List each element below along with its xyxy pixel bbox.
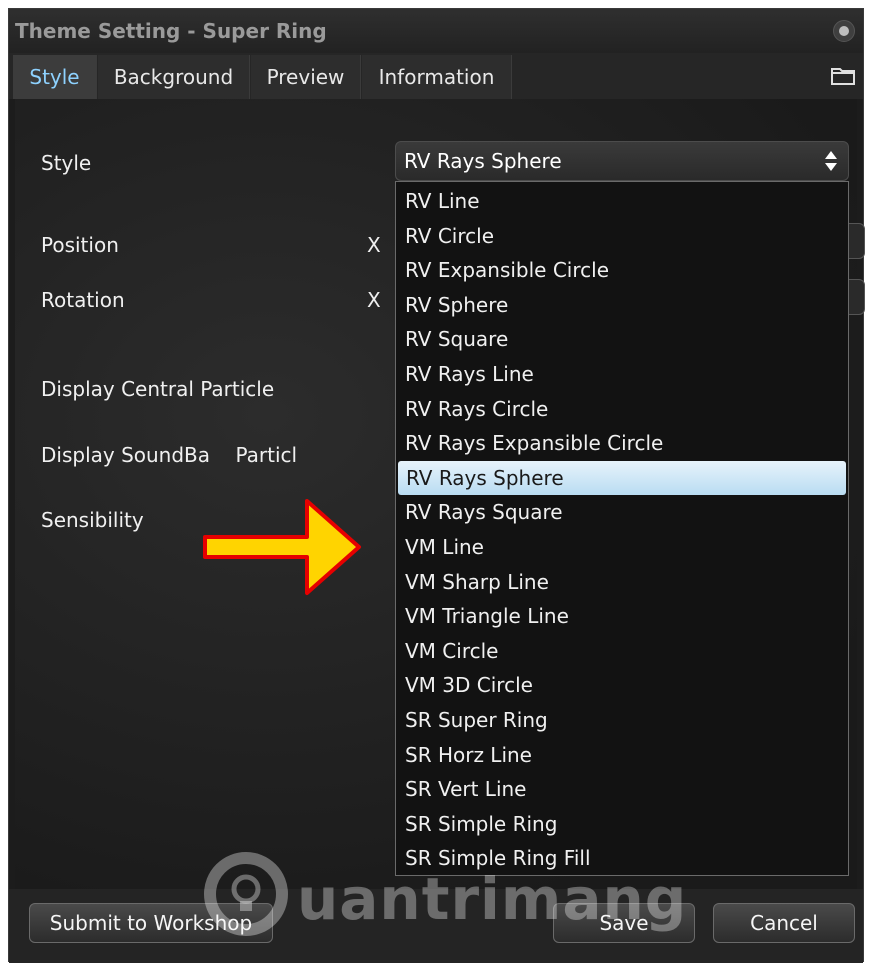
dropdown-option[interactable]: VM Circle xyxy=(397,634,845,668)
rotation-x-label: X xyxy=(367,288,381,312)
dropdown-option[interactable]: RV Circle xyxy=(397,219,845,253)
tab-style[interactable]: Style xyxy=(13,55,97,99)
dropdown-option[interactable]: VM Triangle Line xyxy=(397,599,845,633)
lightbulb-icon xyxy=(204,852,288,936)
dropdown-option[interactable]: RV Rays Sphere xyxy=(398,460,846,495)
window-title: Theme Setting - Super Ring xyxy=(15,19,327,43)
folder-icon[interactable] xyxy=(831,67,855,85)
soundbar-particle-label: Display SoundBa Particl xyxy=(41,443,298,467)
dropdown-option[interactable]: SR Simple Ring xyxy=(397,807,845,841)
dropdown-option[interactable]: RV Line xyxy=(397,184,845,218)
watermark: uantrimang xyxy=(201,847,686,951)
dropdown-option[interactable]: SR Super Ring xyxy=(397,703,845,737)
style-dropdown-list: RV Line RV Circle RV Expansible Circle RV S… xyxy=(395,181,849,876)
style-label: Style xyxy=(41,151,92,175)
dropdown-option[interactable]: RV Expansible Circle xyxy=(397,253,845,287)
tab-background[interactable]: Background xyxy=(98,55,250,99)
arrow-right-icon xyxy=(203,499,361,595)
dropdown-option[interactable]: RV Rays Line xyxy=(397,357,845,391)
dropdown-option[interactable]: VM Sharp Line xyxy=(397,565,845,599)
dropdown-option[interactable]: RV Sphere xyxy=(397,288,845,322)
style-select-value: RV Rays Sphere xyxy=(404,149,562,173)
dropdown-option[interactable]: RV Rays Circle xyxy=(397,392,845,426)
tab-bar: Style Background Preview Information xyxy=(9,53,863,99)
dropdown-option[interactable]: SR Vert Line xyxy=(397,772,845,806)
dropdown-option[interactable]: RV Square xyxy=(397,322,845,356)
sensibility-label: Sensibility xyxy=(41,508,144,532)
central-particle-label: Display Central Particle xyxy=(41,377,275,401)
cancel-button[interactable]: Cancel xyxy=(713,903,855,943)
dropdown-option[interactable]: VM 3D Circle xyxy=(397,668,845,702)
tab-preview[interactable]: Preview xyxy=(251,55,361,99)
dropdown-option[interactable]: SR Horz Line xyxy=(397,738,845,772)
style-select[interactable]: RV Rays Sphere xyxy=(395,141,849,181)
tab-information[interactable]: Information xyxy=(362,55,512,99)
title-bar[interactable]: Theme Setting - Super Ring xyxy=(9,9,863,53)
dropdown-option[interactable]: RV Rays Expansible Circle xyxy=(397,426,845,460)
dropdown-option[interactable]: RV Rays Square xyxy=(397,495,845,529)
style-panel: Style Position X Rotation X Display Cent… xyxy=(15,99,865,889)
close-icon[interactable] xyxy=(833,20,855,42)
dropdown-option[interactable]: VM Line xyxy=(397,530,845,564)
up-down-arrows-icon xyxy=(825,151,837,171)
position-x-label: X xyxy=(367,233,381,257)
rotation-label: Rotation xyxy=(41,288,125,312)
position-label: Position xyxy=(41,233,119,257)
theme-setting-window: Theme Setting - Super Ring Style Backgro… xyxy=(8,8,865,963)
watermark-text: uantrimang xyxy=(297,865,688,933)
